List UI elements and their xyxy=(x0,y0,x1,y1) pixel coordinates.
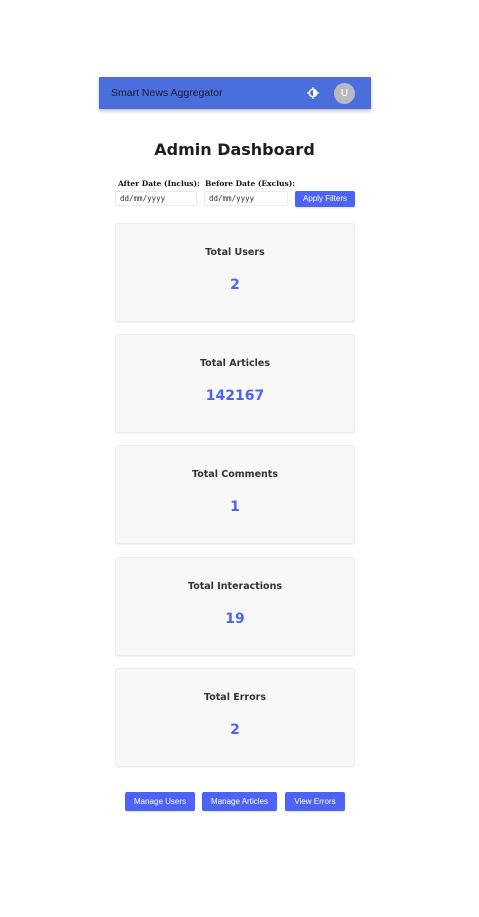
stat-value: 142167 xyxy=(205,388,265,404)
manage-users-button[interactable]: Manage Users xyxy=(125,792,195,811)
view-errors-button[interactable]: View Errors xyxy=(285,792,345,811)
stat-label: Total Articles xyxy=(199,358,271,369)
stat-label: Total Interactions xyxy=(187,581,282,592)
stat-value: 2 xyxy=(230,722,240,738)
stat-card-users: Total Users 2 xyxy=(115,223,355,322)
page-title: Admin Dashboard xyxy=(154,140,315,159)
stat-value: 1 xyxy=(230,499,240,515)
navbar: Smart News Aggregator xyxy=(99,77,371,109)
admin-dashboard-page: Smart News Aggregator U Admin Dashboard … xyxy=(0,0,479,917)
before-date-label: Before Date (Exclus): xyxy=(205,179,296,188)
apply-filters-button[interactable]: Apply Filters xyxy=(295,191,355,207)
brand-link[interactable]: Smart News Aggregator xyxy=(111,77,222,109)
after-date-label: After Date (Inclus): xyxy=(118,179,200,188)
stat-card-interactions: Total Interactions 19 xyxy=(115,557,355,656)
stat-value: 19 xyxy=(225,611,245,627)
stat-card-articles: Total Articles 142167 xyxy=(115,334,355,433)
stat-card-errors: Total Errors 2 xyxy=(115,668,355,767)
stat-card-comments: Total Comments 1 xyxy=(115,445,355,544)
stat-label: Total Errors xyxy=(204,692,266,703)
stat-value: 2 xyxy=(230,277,240,293)
before-date-input[interactable] xyxy=(204,191,288,206)
stat-label: Total Users xyxy=(205,247,265,258)
theme-toggle-icon[interactable] xyxy=(306,86,320,100)
user-avatar[interactable]: U xyxy=(334,83,355,104)
manage-articles-button[interactable]: Manage Articles xyxy=(202,792,277,811)
after-date-input[interactable] xyxy=(115,191,197,206)
stat-label: Total Comments xyxy=(192,469,278,480)
